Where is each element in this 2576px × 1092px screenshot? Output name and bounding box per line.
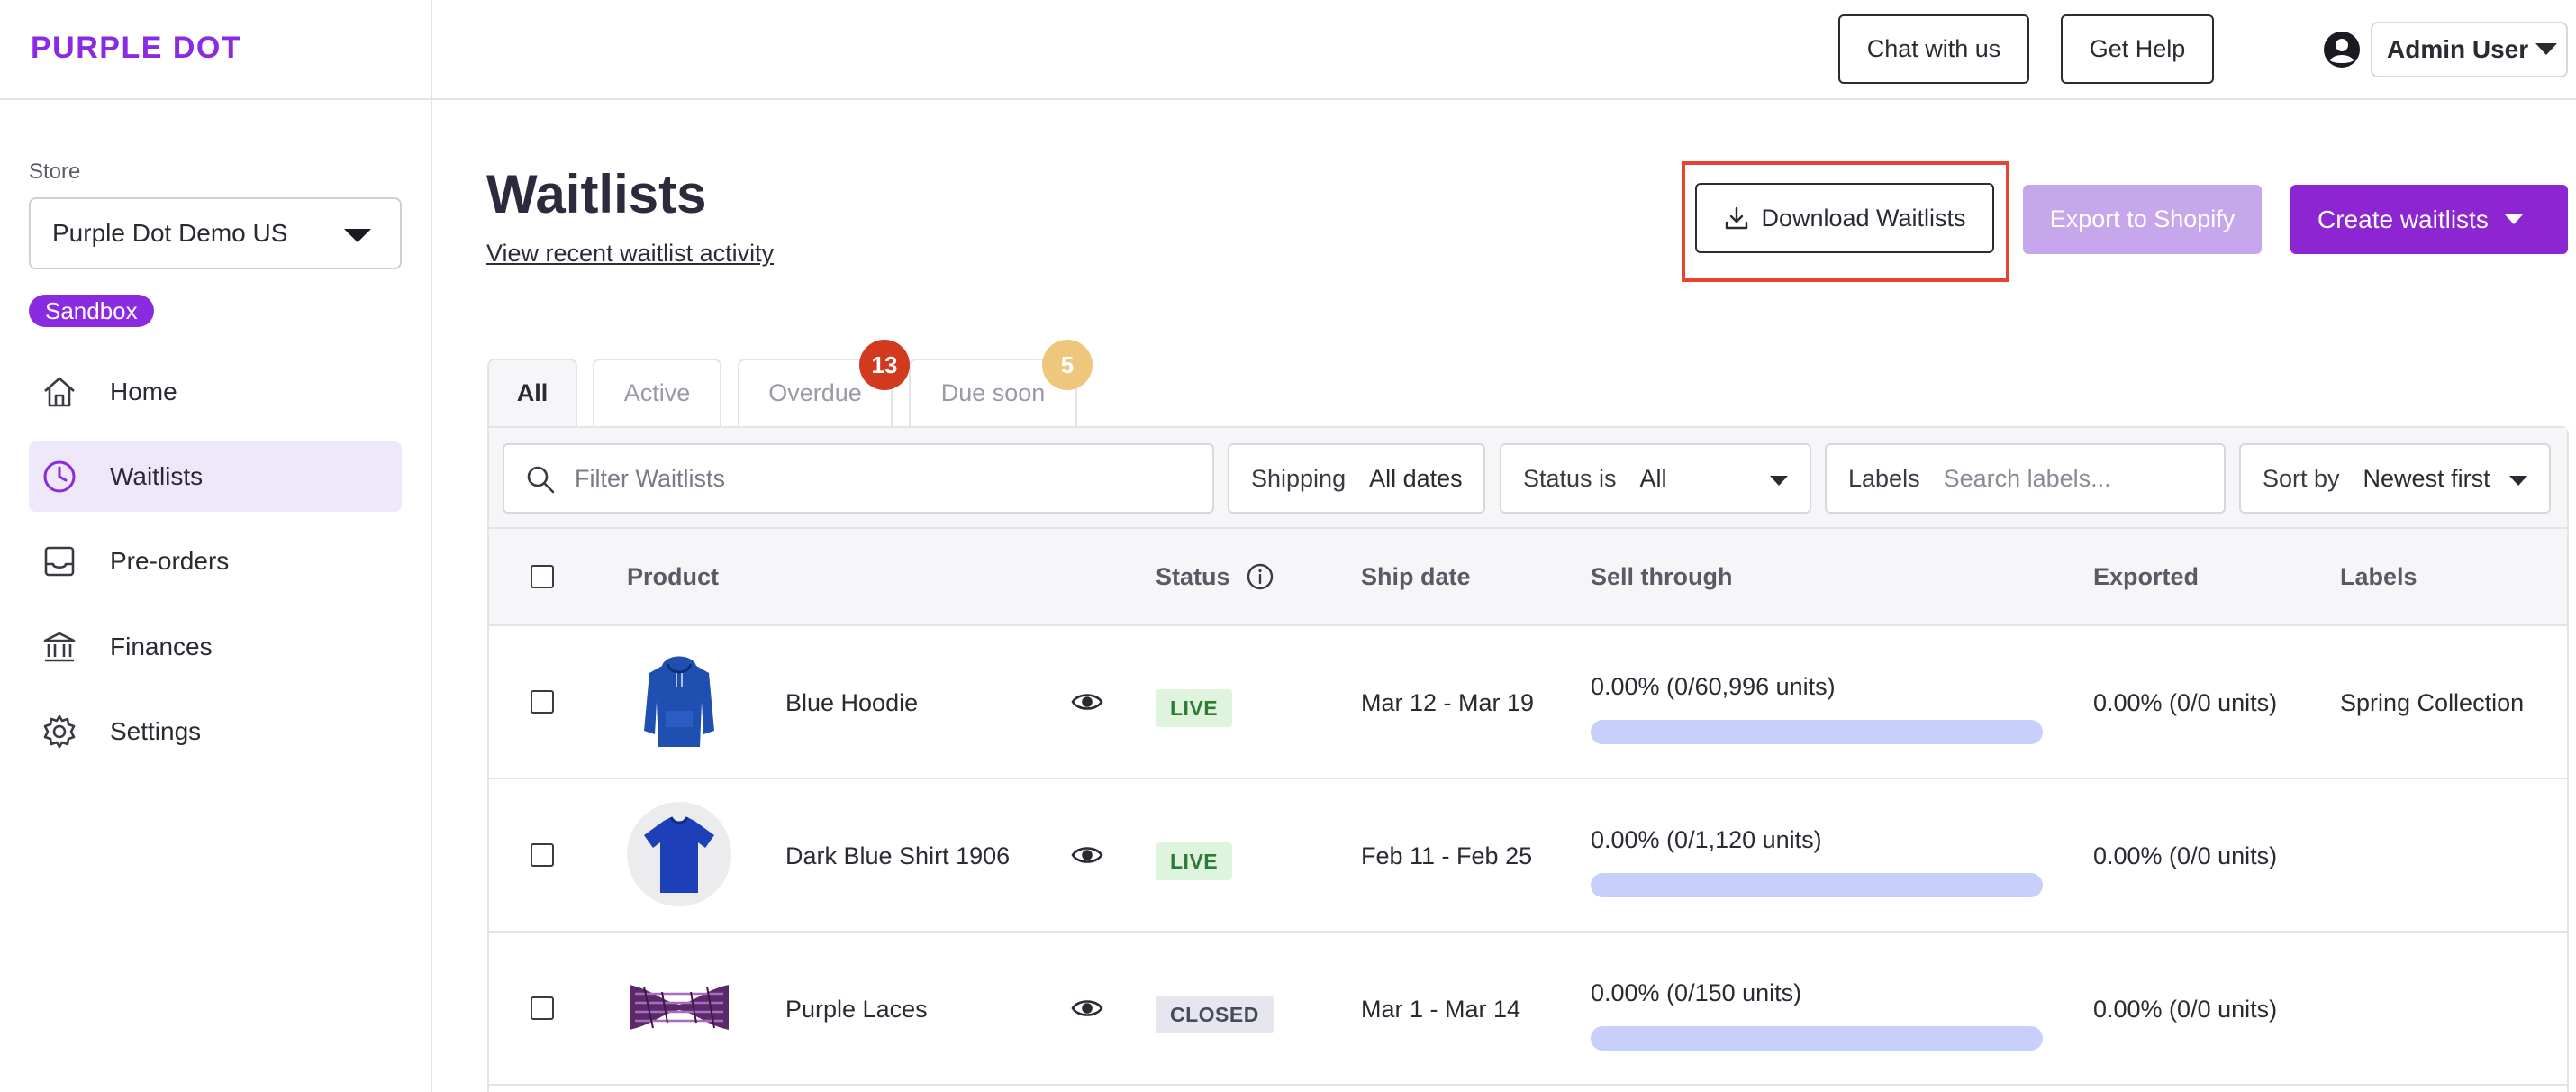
sidebar-item-waitlists[interactable]: Waitlists [29, 441, 402, 512]
sidebar-item-home[interactable]: Home [29, 357, 402, 427]
caret-down-icon [344, 229, 371, 242]
ship-date: Feb 11 - Feb 25 [1361, 842, 1533, 869]
column-header-exported[interactable]: Exported [2093, 563, 2199, 591]
column-header-ship-date[interactable]: Ship date [1361, 563, 1471, 591]
status-filter-select[interactable]: Status is All [1500, 443, 1811, 514]
overdue-count-badge: 13 [859, 340, 910, 390]
store-label: Store [29, 159, 81, 184]
store-select[interactable]: Purple Dot Demo US [29, 197, 402, 269]
sidebar-item-label: Pre-orders [110, 547, 230, 575]
exported-value: 0.00% (0/0 units) [2093, 996, 2278, 1023]
page-title: Waitlists [486, 164, 707, 224]
user-name: Admin User [2387, 35, 2529, 63]
download-waitlists-label: Download Waitlists [1761, 204, 1966, 232]
labels-filter-label: Labels [1848, 464, 1920, 492]
row-checkbox[interactable] [531, 996, 554, 1020]
product-name[interactable]: Purple Laces [785, 996, 928, 1024]
inbox-icon [44, 546, 75, 577]
labels-filter-input[interactable]: Labels Search labels... [1825, 443, 2226, 514]
ship-date: Mar 12 - Mar 19 [1361, 689, 1535, 716]
store-select-value: Purple Dot Demo US [52, 219, 288, 247]
user-menu-dropdown[interactable]: Admin User [2371, 22, 2568, 77]
ship-date: Mar 1 - Mar 14 [1361, 996, 1521, 1023]
clock-icon [43, 460, 76, 493]
chat-with-us-button[interactable]: Chat with us [1838, 14, 2029, 84]
labels-filter-placeholder: Search labels... [1943, 464, 2111, 492]
sidebar-item-label: Settings [110, 717, 202, 745]
sidebar-item-finances[interactable]: Finances [29, 612, 402, 682]
user-avatar-icon[interactable] [2323, 31, 2361, 68]
tab-all[interactable]: All [487, 359, 577, 426]
column-header-labels[interactable]: Labels [2340, 563, 2417, 591]
product-thumbnail-hoodie [644, 656, 714, 747]
sell-through-progress-bar [1591, 1026, 2043, 1051]
sell-through-progress-bar [1591, 720, 2043, 744]
row-checkbox[interactable] [531, 690, 554, 714]
table-row[interactable]: Dark Blue Shirt 1906 LIVE Feb 11 - Feb 2… [489, 779, 2567, 933]
sell-through-text: 0.00% (0/60,996 units) [1591, 673, 1836, 700]
filter-waitlists-input[interactable]: Filter Waitlists [503, 443, 1214, 514]
create-waitlists-button[interactable]: Create waitlists [2290, 185, 2568, 254]
sidebar-item-label: Home [110, 378, 177, 405]
column-header-status[interactable]: Status [1156, 563, 1230, 591]
sidebar-item-label: Waitlists [110, 462, 204, 490]
chevron-down-icon [2535, 43, 2557, 55]
info-icon[interactable] [1246, 562, 1274, 591]
due-soon-count-badge: 5 [1042, 340, 1093, 390]
sell-through-progress-bar [1591, 873, 2043, 897]
shipping-filter-label: Shipping [1251, 464, 1347, 492]
caret-down-icon [2505, 214, 2523, 224]
eye-icon[interactable] [1071, 997, 1103, 1019]
product-name[interactable]: Dark Blue Shirt 1906 [785, 842, 1010, 870]
caret-down-icon [2509, 476, 2527, 486]
sort-by-value: Newest first [2363, 464, 2490, 492]
caret-down-icon [1770, 476, 1788, 486]
column-header-sell-through[interactable]: Sell through [1591, 563, 1733, 591]
product-thumbnail-shirt [627, 802, 731, 906]
sell-through-text: 0.00% (0/1,120 units) [1591, 826, 1822, 853]
sandbox-badge: Sandbox [29, 295, 154, 327]
eye-icon[interactable] [1071, 691, 1103, 713]
gear-icon [43, 714, 76, 749]
shipping-filter-value: All dates [1369, 464, 1463, 492]
product-thumbnail-laces [630, 985, 729, 1030]
get-help-button[interactable]: Get Help [2061, 14, 2214, 84]
sort-by-select[interactable]: Sort by Newest first [2239, 443, 2551, 514]
exported-value: 0.00% (0/0 units) [2093, 689, 2278, 716]
home-icon [44, 377, 75, 407]
download-waitlists-button[interactable]: Download Waitlists [1695, 183, 1994, 253]
tab-active[interactable]: Active [593, 359, 721, 426]
column-header-product[interactable]: Product [627, 563, 719, 591]
table-header-row [489, 529, 2567, 626]
row-checkbox[interactable] [531, 843, 554, 867]
sell-through-text: 0.00% (0/150 units) [1591, 979, 1802, 1006]
select-all-checkbox[interactable] [531, 565, 554, 588]
bank-icon [43, 632, 76, 662]
table-row[interactable]: Blue Hoodie LIVE Mar 12 - Mar 19 0.00% (… [489, 626, 2567, 779]
status-badge: LIVE [1156, 689, 1233, 727]
status-badge: LIVE [1156, 842, 1233, 880]
row-labels: Spring Collection [2340, 689, 2525, 716]
exported-value: 0.00% (0/0 units) [2093, 842, 2278, 869]
status-badge: CLOSED [1156, 996, 1274, 1033]
shipping-date-filter[interactable]: Shipping All dates [1228, 443, 1485, 514]
table-row[interactable]: Purple Laces CLOSED Mar 1 - Mar 14 0.00%… [489, 933, 2567, 1086]
sidebar-item-settings[interactable]: Settings [29, 696, 402, 767]
sidebar-item-label: Finances [110, 632, 213, 660]
status-filter-label: Status is [1523, 464, 1617, 492]
sort-by-label: Sort by [2263, 464, 2340, 492]
recent-activity-link[interactable]: View recent waitlist activity [486, 240, 774, 268]
filter-waitlists-placeholder: Filter Waitlists [575, 464, 725, 492]
sidebar-divider [431, 0, 432, 1092]
product-name[interactable]: Blue Hoodie [785, 689, 918, 717]
sidebar-item-pre-orders[interactable]: Pre-orders [29, 526, 402, 596]
download-icon [1726, 206, 1748, 230]
create-waitlists-label: Create waitlists [2317, 205, 2489, 233]
search-icon [527, 466, 555, 494]
eye-icon[interactable] [1071, 844, 1103, 866]
export-to-shopify-button[interactable]: Export to Shopify [2023, 185, 2262, 254]
status-filter-value: All [1639, 464, 1667, 492]
purple-dot-logo[interactable]: PURPLE DOT [31, 31, 241, 66]
